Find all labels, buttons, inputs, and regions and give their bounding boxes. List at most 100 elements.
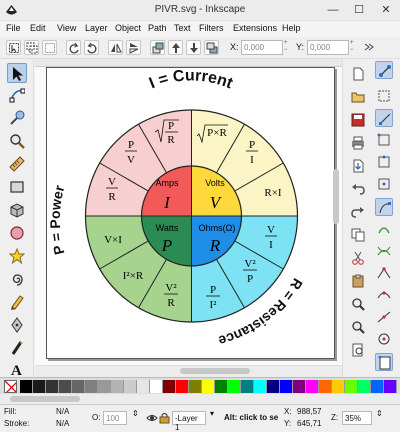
toolbar-overflow-button[interactable] [362, 40, 382, 55]
color-swatch[interactable] [202, 380, 215, 393]
color-swatch[interactable] [137, 380, 150, 393]
color-swatch[interactable] [176, 380, 189, 393]
y-coordinate-input[interactable]: 0,000 [307, 40, 349, 55]
calligraphy-tool[interactable] [7, 338, 27, 358]
snap-midpoints-button[interactable] [375, 308, 393, 326]
color-swatch[interactable] [20, 380, 33, 393]
color-swatch[interactable] [280, 380, 293, 393]
raise-to-top-button[interactable] [150, 40, 165, 55]
stroke-value[interactable]: N/A [56, 419, 69, 428]
snap-cusp-nodes-button[interactable] [375, 264, 393, 282]
open-document-button[interactable] [349, 88, 367, 106]
raise-button[interactable] [168, 40, 183, 55]
color-swatch[interactable] [98, 380, 111, 393]
snap-bbox-edges-button[interactable] [375, 109, 393, 127]
formula-r-times-i[interactable]: R×I [264, 187, 282, 199]
undo-button[interactable] [349, 180, 367, 198]
rotate-cw-button[interactable] [84, 40, 99, 55]
color-swatch[interactable] [189, 380, 202, 393]
no-paint-swatch[interactable] [4, 380, 17, 393]
zoom-drawing-button[interactable] [349, 318, 367, 336]
formula-i-squared-times-r[interactable]: I²×R [123, 270, 144, 282]
color-swatch[interactable] [228, 380, 241, 393]
3d-box-tool[interactable] [7, 200, 27, 220]
color-swatch[interactable] [163, 380, 176, 393]
maximize-button[interactable]: ☐ [346, 0, 372, 20]
redo-button[interactable] [349, 203, 367, 221]
color-swatch[interactable] [371, 380, 384, 393]
paste-button[interactable] [349, 272, 367, 290]
color-swatch[interactable] [267, 380, 280, 393]
color-swatch[interactable] [124, 380, 137, 393]
print-button[interactable] [349, 134, 367, 152]
flip-horizontal-button[interactable] [108, 40, 123, 55]
color-swatch[interactable] [319, 380, 332, 393]
star-tool[interactable] [7, 246, 27, 266]
lower-to-bottom-button[interactable] [204, 40, 219, 55]
close-button[interactable]: ✕ [372, 0, 400, 20]
color-swatch[interactable] [254, 380, 267, 393]
minimize-button[interactable]: — [320, 0, 346, 20]
menu-path[interactable]: Path [148, 23, 167, 33]
color-swatch[interactable] [111, 380, 124, 393]
snap-centers-button[interactable] [375, 330, 393, 348]
lock-icon[interactable] [159, 412, 170, 424]
snap-page-border-button[interactable] [375, 353, 393, 371]
import-button[interactable] [349, 157, 367, 175]
zoom-tool[interactable] [7, 131, 27, 151]
menu-layer[interactable]: Layer [85, 23, 108, 33]
copy-button[interactable] [349, 226, 367, 244]
snap-bbox-centers-button[interactable] [375, 175, 393, 193]
snap-bbox-corners-button[interactable] [375, 131, 393, 149]
menu-filters[interactable]: Filters [199, 23, 224, 33]
color-swatch[interactable] [293, 380, 306, 393]
opacity-stepper[interactable]: ⇕ [132, 409, 139, 418]
color-swatch[interactable] [46, 380, 59, 393]
new-document-button[interactable] [349, 65, 367, 83]
pencil-tool[interactable] [7, 292, 27, 312]
menu-view[interactable]: View [57, 23, 76, 33]
opacity-input[interactable]: 100 [103, 411, 127, 425]
zoom-input[interactable]: 35% [342, 411, 372, 425]
snap-nodes-button[interactable] [375, 198, 393, 216]
menu-extensions[interactable]: Extensions [233, 23, 277, 33]
menu-edit[interactable]: Edit [30, 23, 46, 33]
color-swatch[interactable] [384, 380, 397, 393]
color-swatch[interactable] [306, 380, 319, 393]
color-swatch[interactable] [59, 380, 72, 393]
horizontal-ruler[interactable] [35, 59, 342, 67]
color-swatch[interactable] [215, 380, 228, 393]
color-swatch[interactable] [358, 380, 371, 393]
flip-vertical-button[interactable] [126, 40, 141, 55]
menu-object[interactable]: Object [115, 23, 141, 33]
select-all-layers-button[interactable] [24, 40, 39, 55]
x-coordinate-input[interactable]: 0,000 [241, 40, 283, 55]
zoom-page-button[interactable] [349, 341, 367, 359]
menu-file[interactable]: File [6, 23, 21, 33]
layer-dropdown-chevron-icon[interactable]: ▾ [210, 409, 214, 418]
color-swatch[interactable] [150, 380, 163, 393]
menu-text[interactable]: Text [174, 23, 191, 33]
snap-bbox-midpoints-button[interactable] [375, 153, 393, 171]
color-swatch[interactable] [241, 380, 254, 393]
pen-tool[interactable] [7, 315, 27, 335]
snap-toggle-button[interactable] [375, 61, 393, 79]
vertical-scrollbar[interactable] [333, 169, 339, 224]
x-coordinate-stepper[interactable]: + − [284, 40, 292, 55]
snap-bbox-button[interactable] [375, 87, 393, 105]
y-coordinate-stepper[interactable]: + − [350, 40, 358, 55]
node-tool[interactable] [7, 85, 27, 105]
snap-paths-button[interactable] [375, 220, 393, 238]
zoom-selection-button[interactable] [349, 295, 367, 313]
menu-help[interactable]: Help [282, 23, 301, 33]
rotate-ccw-button[interactable] [66, 40, 81, 55]
palette-scrollbar-thumb[interactable] [10, 396, 80, 402]
color-swatch[interactable] [72, 380, 85, 393]
spiral-tool[interactable] [7, 269, 27, 289]
rectangle-tool[interactable] [7, 177, 27, 197]
save-document-button[interactable] [349, 111, 367, 129]
select-tool[interactable] [7, 63, 27, 83]
canvas-area[interactable]: Amps I Volts V Watts P Ohms(Ω) R P R P V… [35, 59, 342, 377]
pivr-formula-wheel[interactable]: Amps I Volts V Watts P Ohms(Ω) R P R P V… [47, 67, 336, 360]
eye-visibility-icon[interactable] [146, 412, 158, 424]
